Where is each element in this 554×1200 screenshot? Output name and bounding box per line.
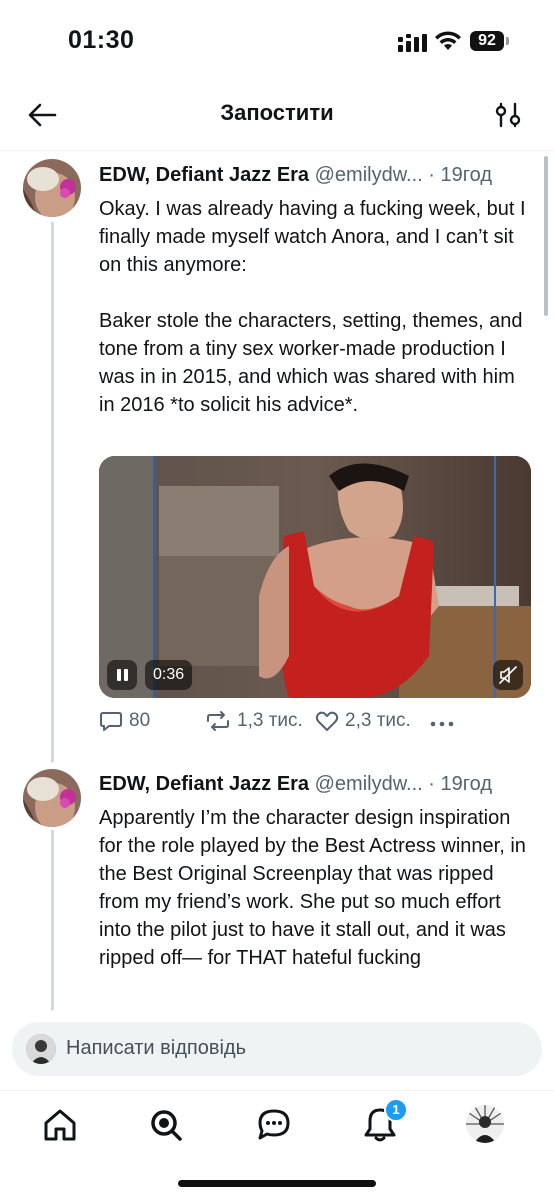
author-name[interactable]: EDW, Defiant Jazz Era bbox=[99, 164, 309, 186]
more-dots-icon bbox=[430, 721, 454, 727]
muted-speaker-icon bbox=[499, 666, 517, 684]
home-icon[interactable] bbox=[40, 1105, 80, 1145]
author-handle[interactable]: @emilydw... bbox=[315, 164, 423, 186]
pause-icon bbox=[117, 669, 128, 681]
cellular-signal-icon bbox=[398, 34, 427, 52]
clock: 01:30 bbox=[68, 26, 135, 54]
status-bar: 01:30 92 bbox=[0, 0, 554, 80]
avatar[interactable] bbox=[23, 159, 81, 217]
page-title: Запостити bbox=[220, 100, 334, 125]
thread-connector bbox=[51, 830, 54, 1010]
separator-dot: · bbox=[428, 164, 435, 186]
reply-composer[interactable]: Написати відповідь bbox=[12, 1022, 542, 1076]
pause-button[interactable] bbox=[107, 660, 137, 690]
search-icon[interactable] bbox=[146, 1105, 186, 1145]
filter-settings-icon[interactable] bbox=[494, 100, 522, 130]
repost-icon bbox=[207, 711, 229, 731]
post-text: Apparently I’m the character design insp… bbox=[99, 807, 526, 969]
battery-tip bbox=[506, 37, 509, 45]
scrollbar[interactable] bbox=[544, 156, 548, 316]
reply-placeholder: Написати відповідь bbox=[66, 1037, 246, 1059]
user-avatar bbox=[26, 1034, 56, 1064]
heart-icon bbox=[315, 711, 339, 731]
notification-badge: 1 bbox=[384, 1098, 408, 1122]
wifi-icon bbox=[435, 31, 461, 50]
post-timestamp[interactable]: 19год bbox=[441, 773, 492, 795]
reply-icon bbox=[100, 712, 122, 731]
post-header: EDW, Defiant Jazz Era @emilydw... · 19го… bbox=[99, 773, 492, 796]
bottom-tab-bar bbox=[0, 1090, 554, 1161]
post-timestamp[interactable]: 19год bbox=[441, 164, 492, 186]
avatar[interactable] bbox=[23, 769, 81, 827]
post-actions: 80 1,3 тис. 2,3 тис. bbox=[99, 710, 519, 740]
separator-dot: · bbox=[428, 773, 435, 795]
post-text: Okay. I was already having a fucking wee… bbox=[99, 198, 526, 416]
profile-avatar[interactable] bbox=[466, 1105, 504, 1143]
like-action[interactable]: 2,3 тис. bbox=[315, 710, 411, 732]
video-player[interactable]: 0:36 bbox=[99, 456, 531, 698]
repost-count: 1,3 тис. bbox=[237, 710, 303, 731]
video-duration: 0:36 bbox=[145, 660, 193, 690]
reply-action[interactable]: 80 bbox=[99, 710, 150, 732]
post-header: EDW, Defiant Jazz Era @emilydw... · 19го… bbox=[99, 164, 492, 187]
repost-action[interactable]: 1,3 тис. bbox=[205, 710, 303, 732]
thread-connector bbox=[51, 222, 54, 762]
home-indicator bbox=[178, 1180, 376, 1187]
top-header: Запостити bbox=[0, 80, 554, 151]
mute-button[interactable] bbox=[493, 660, 523, 690]
messages-icon[interactable] bbox=[254, 1105, 294, 1145]
reply-count: 80 bbox=[129, 710, 151, 731]
like-count: 2,3 тис. bbox=[345, 710, 411, 731]
more-options-button[interactable] bbox=[429, 712, 455, 736]
battery-indicator: 92 bbox=[470, 31, 504, 51]
author-handle[interactable]: @emilydw... bbox=[315, 773, 423, 795]
author-name[interactable]: EDW, Defiant Jazz Era bbox=[99, 773, 309, 795]
